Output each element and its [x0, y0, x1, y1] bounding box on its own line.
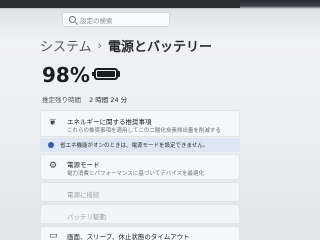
- power-mode-subtitle: 電力消費とパフォーマンスに基づいてデバイスを最適化: [67, 171, 205, 177]
- power-mode-card[interactable]: ⚙ 電源モード 電力消費とパフォーマンスに基づいてデバイスを最適化: [40, 154, 240, 180]
- info-icon: [48, 142, 54, 148]
- power-mode-icon: ⚙: [49, 161, 58, 171]
- recommendations-subtitle: これらの推奨事項を適用してこの二酸化炭素排出量を削減する: [67, 128, 221, 134]
- window-top-edge: [0, 0, 240, 8]
- info-banner: 省エネ機能がオンのときは、電源モードを設定できません。: [40, 138, 240, 152]
- breadcrumb-separator: ›: [97, 39, 103, 52]
- plugged-in-row: 電源に接続: [40, 182, 240, 202]
- energy-recommendations-card[interactable]: ❦ エネルギーに関する推奨事項 これらの推奨事項を適用してこの二酸化炭素排出量を…: [40, 110, 240, 137]
- power-mode-title: 電源モード: [67, 161, 100, 169]
- timeouts-card[interactable]: ▭ 画面、スリープ、休止状態のタイムアウト: [40, 226, 240, 240]
- search-icon: [69, 16, 76, 23]
- battery-percent: 98%: [42, 63, 90, 87]
- remaining-value: 2 時間 24 分: [89, 96, 128, 104]
- display-icon: ▭: [49, 231, 58, 240]
- battery-charging-icon: [92, 67, 122, 81]
- info-text: 省エネ機能がオンのときは、電源モードを設定できません。: [60, 143, 209, 149]
- on-battery-row: バッテリ駆動: [40, 204, 240, 224]
- plugged-in-label: 電源に接続: [67, 191, 100, 199]
- leaf-icon: ❦: [49, 118, 57, 128]
- timeouts-title: 画面、スリープ、休止状態のタイムアウト: [67, 233, 190, 240]
- search-input[interactable]: 設定の検索: [62, 12, 170, 27]
- page-title: 電源とバッテリー: [108, 40, 213, 55]
- on-battery-label: バッテリ駆動: [67, 213, 106, 221]
- breadcrumb: システム › 電源とバッテリー: [40, 36, 212, 55]
- remaining-label: 推定残り時間: [42, 96, 81, 104]
- search-placeholder: 設定の検索: [80, 16, 113, 25]
- breadcrumb-parent[interactable]: システム: [40, 36, 92, 55]
- recommendations-title: エネルギーに関する推奨事項: [67, 118, 152, 126]
- remaining-time: 推定残り時間 2 時間 24 分: [42, 94, 127, 104]
